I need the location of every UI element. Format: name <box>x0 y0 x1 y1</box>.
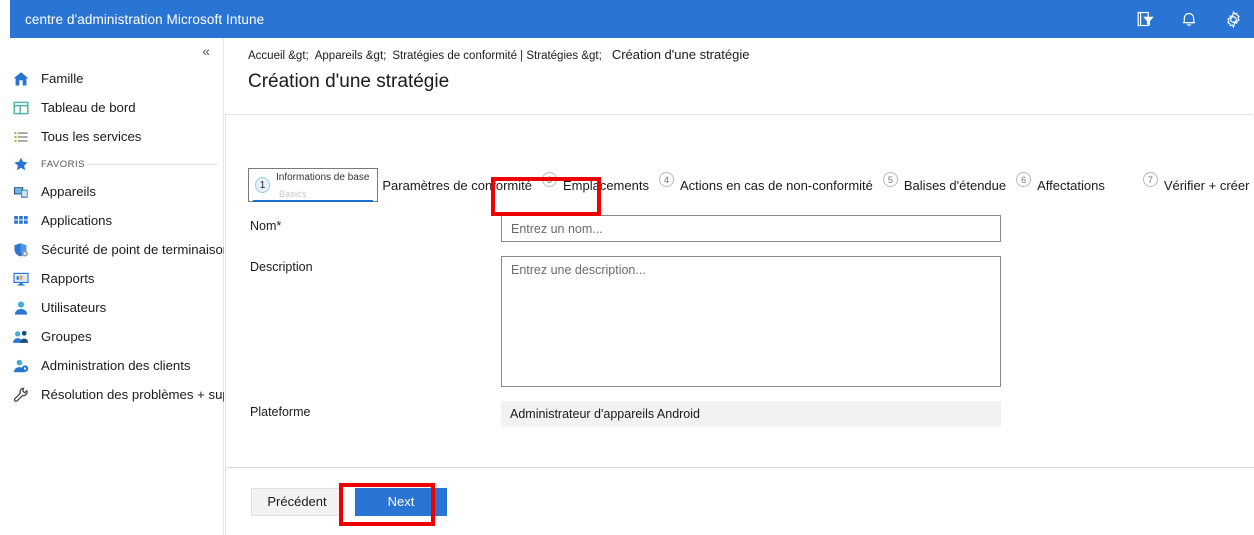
step-label: Vérifier + créer <box>1163 177 1250 193</box>
favorites-label: FAVORIS <box>41 158 85 170</box>
form-row-description: Description Entrez une description... <box>226 256 1254 387</box>
home-icon <box>11 69 31 89</box>
sidebar-item-applications[interactable]: Applications <box>0 206 223 235</box>
plateforme-value: Administrateur d'appareils Android <box>501 401 1001 427</box>
wizard-step-affectations[interactable]: 6 Affectations <box>1011 168 1110 202</box>
groups-icon <box>11 327 31 347</box>
left-navigation-sidebar: « Famille Tableau de bord Tous les servi… <box>0 38 253 535</box>
step-label: Affectations <box>1037 177 1105 193</box>
sidebar-item-label: Administration des clients <box>41 358 191 373</box>
sidebar-item-label: Rapports <box>41 271 95 286</box>
sidebar-item-label: Applications <box>41 213 113 228</box>
breadcrumb-item-current: Création d'une stratégie <box>611 47 750 62</box>
shield-gear-icon <box>11 240 31 260</box>
step-number-badge: 4 <box>658 172 674 187</box>
step-label: Actions en cas de non-conformité <box>679 177 873 193</box>
top-header-bar: centre d'administration Microsoft Intune <box>0 0 1254 38</box>
page-title: Création d'une stratégie <box>248 71 450 92</box>
breadcrumb-item-accueil[interactable]: Accueil &gt; <box>248 50 309 62</box>
sidebar-collapse-button[interactable]: « <box>199 42 213 60</box>
sidebar-item-label: Tableau de bord <box>41 100 136 115</box>
sidebar-item-resolution-problemes-support[interactable]: Résolution des problèmes + support <box>0 380 253 409</box>
sidebar-collapse-row: « <box>0 38 223 64</box>
favorites-section-header: FAVORIS <box>0 151 223 177</box>
wizard-step-balises-etendue[interactable]: 5 Balises d'étendue <box>878 168 1011 202</box>
wizard-step-informations-de-base[interactable]: 1 Informations de base Basics <box>248 168 379 202</box>
breadcrumb-item-strategies-conformite[interactable]: Stratégies de conformité | Stratégies &g… <box>392 50 601 62</box>
header-icon-group <box>1132 0 1246 38</box>
sidebar-item-tableau-de-bord[interactable]: Tableau de bord <box>0 93 223 122</box>
sidebar-item-label: Tous les services <box>41 129 142 144</box>
star-icon <box>11 154 31 174</box>
step-ghost-label: Basics <box>279 189 307 199</box>
plateforme-label: Plateforme <box>250 405 311 419</box>
wizard-footer: Précédent Next <box>227 467 1254 535</box>
sidebar-item-label: Appareils <box>41 184 96 199</box>
favorites-divider <box>88 164 217 165</box>
form-row-plateforme: Plateforme Administrateur d'appareils An… <box>226 401 1254 427</box>
create-policy-panel: 1 Informations de base Basics 2 Paramètr… <box>225 114 1254 535</box>
step-number-badge: 3 <box>541 172 557 187</box>
breadcrumb-item-appareils[interactable]: Appareils &gt; <box>315 50 387 62</box>
description-label: Description <box>250 260 313 274</box>
reports-monitor-icon <box>11 269 31 289</box>
sidebar-item-groupes[interactable]: Groupes <box>0 322 223 351</box>
step-label: Informations de base <box>276 172 370 183</box>
tenant-admin-icon <box>11 356 31 376</box>
policy-basics-form: Nom* Entrez un nom... Description Entrez… <box>226 215 1254 441</box>
user-icon <box>11 298 31 318</box>
apps-grid-icon <box>11 211 31 231</box>
feedback-filter-icon[interactable] <box>1132 6 1158 32</box>
all-services-icon <box>11 127 31 147</box>
sidebar-item-tous-les-services[interactable]: Tous les services <box>0 122 223 151</box>
settings-gear-icon[interactable] <box>1220 6 1246 32</box>
wizard-step-verifier-creer[interactable]: 7 Vérifier + créer <box>1138 168 1254 202</box>
form-row-nom: Nom* Entrez un nom... <box>226 215 1254 242</box>
sidebar-item-famille[interactable]: Famille <box>0 64 223 93</box>
sidebar-item-label: Utilisateurs <box>41 300 107 315</box>
step-label: Emplacements <box>562 177 649 193</box>
wizard-step-parametres-de-conformite[interactable]: 2 Paramètres de conformité <box>356 168 537 202</box>
step-number-badge: 1 <box>255 177 270 193</box>
intune-admin-center-window: centre d'administration Microsoft Intune <box>0 0 1254 535</box>
sidebar-item-securite-point-terminaison[interactable]: Sécurité de point de terminaison <box>0 235 230 264</box>
breadcrumb: Accueil &gt; Appareils &gt; Stratégies d… <box>248 47 749 62</box>
sidebar-item-label: Résolution des problèmes + support <box>41 387 253 402</box>
dashboard-icon <box>11 98 31 118</box>
next-button[interactable]: Next <box>355 487 447 516</box>
previous-button[interactable]: Précédent <box>251 487 343 516</box>
description-input[interactable]: Entrez une description... <box>501 256 1001 387</box>
header-left-gap <box>0 0 10 38</box>
step-label: Paramètres de conformité <box>382 177 532 193</box>
wizard-step-tabs: 1 Informations de base Basics 2 Paramètr… <box>248 167 1249 203</box>
sidebar-item-utilisateurs[interactable]: Utilisateurs <box>0 293 223 322</box>
notifications-bell-icon[interactable] <box>1176 6 1202 32</box>
wrench-icon <box>11 385 31 405</box>
step-label: Balises d'étendue <box>903 177 1007 193</box>
app-brand-title: centre d'administration Microsoft Intune <box>25 11 265 27</box>
step-number-badge: 5 <box>882 172 898 187</box>
sidebar-item-label: Famille <box>41 71 84 86</box>
main-content-area: Accueil &gt; Appareils &gt; Stratégies d… <box>224 38 1254 535</box>
step-number-badge: 6 <box>1016 172 1032 187</box>
wizard-step-actions-non-conformite[interactable]: 4 Actions en cas de non-conformité <box>654 168 878 202</box>
step-number-badge: 7 <box>1142 172 1158 187</box>
nom-label: Nom* <box>250 219 282 233</box>
nom-input[interactable]: Entrez un nom... <box>501 215 1001 242</box>
sidebar-item-rapports[interactable]: Rapports <box>0 264 223 293</box>
sidebar-item-label: Sécurité de point de terminaison <box>41 242 231 257</box>
sidebar-item-administration-des-clients[interactable]: Administration des clients <box>0 351 223 380</box>
sidebar-item-label: Groupes <box>41 329 92 344</box>
wizard-step-emplacements[interactable]: 3 Emplacements <box>537 168 654 202</box>
active-step-underline <box>253 199 374 202</box>
sidebar-item-appareils[interactable]: Appareils <box>0 177 223 206</box>
devices-icon <box>11 182 31 202</box>
